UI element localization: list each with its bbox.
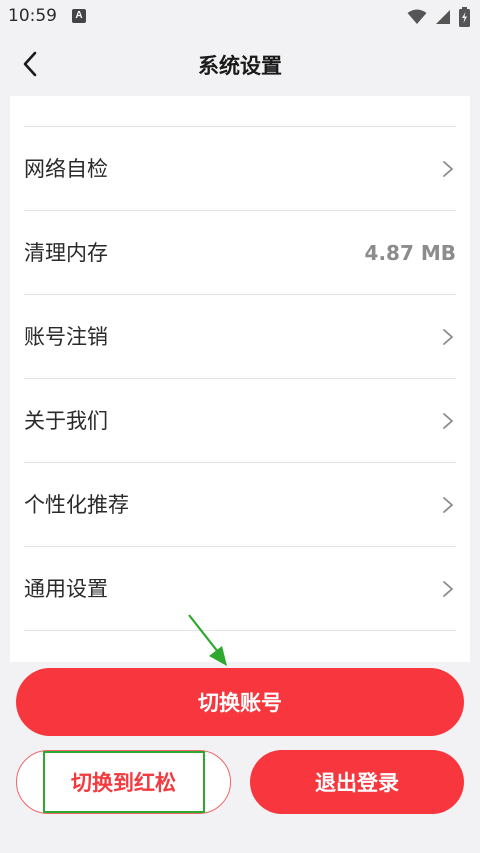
settings-screen: 10:59 A 系统设置 网络自检 清理内存 4.87 MB 账号注销 关于我们… [0, 0, 480, 853]
logout-button[interactable]: 退出登录 [250, 750, 464, 814]
highlight-box [43, 751, 205, 813]
battery-charging-icon [459, 7, 470, 27]
chevron-right-icon [443, 329, 453, 345]
row-delete-account[interactable]: 账号注销 [10, 295, 470, 379]
row-label: 清理内存 [24, 241, 108, 265]
status-icons [407, 6, 470, 28]
settings-list: 网络自检 清理内存 4.87 MB 账号注销 关于我们 个性化推荐 通用设置 [10, 96, 470, 662]
app-header: 系统设置 [0, 34, 480, 96]
chevron-right-icon [443, 497, 453, 513]
row-label: 账号注销 [24, 325, 108, 349]
signal-icon [436, 10, 450, 24]
row-general-settings[interactable]: 通用设置 [10, 547, 470, 631]
cache-size-value: 4.87 MB [364, 241, 456, 265]
row-label: 网络自检 [24, 157, 108, 181]
notification-a-icon: A [72, 9, 86, 23]
status-bar: 10:59 A [0, 0, 480, 34]
row-label: 通用设置 [24, 577, 108, 601]
row-personalized-recommendation[interactable]: 个性化推荐 [10, 463, 470, 547]
list-divider [24, 630, 456, 631]
switch-account-button[interactable]: 切换账号 [16, 668, 464, 736]
row-about-us[interactable]: 关于我们 [10, 379, 470, 463]
wifi-icon [407, 9, 427, 24]
row-label: 关于我们 [24, 409, 108, 433]
page-title: 系统设置 [198, 54, 282, 78]
row-network-check[interactable]: 网络自检 [10, 127, 470, 211]
status-time: 10:59 [8, 6, 57, 26]
chevron-right-icon [443, 161, 453, 177]
chevron-right-icon [443, 413, 453, 429]
row-clear-cache[interactable]: 清理内存 4.87 MB [10, 211, 470, 295]
switch-to-hongsong-button[interactable]: 切换到红松 [16, 750, 231, 814]
chevron-right-icon [443, 581, 453, 597]
row-label: 个性化推荐 [24, 493, 129, 517]
